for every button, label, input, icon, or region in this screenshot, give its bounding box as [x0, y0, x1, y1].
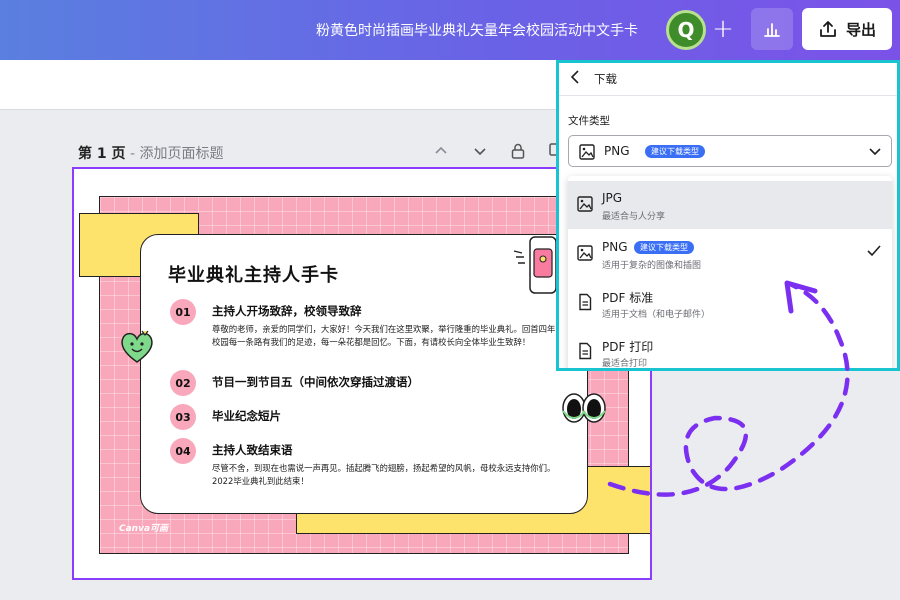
- lock-icon: [511, 143, 525, 159]
- upload-icon: [820, 21, 836, 37]
- insights-button[interactable]: [751, 8, 793, 50]
- image-icon: [579, 144, 595, 160]
- document-title[interactable]: 粉黄色时尚插画毕业典礼矢量年会校园活动中文手卡: [316, 20, 638, 40]
- item-body: 尽管不舍，到现在也需说一声再见。插起腾飞的翅膀，扬起希望的风帆，母校永远支持你们…: [212, 463, 556, 486]
- option-desc: 最适合与人分享: [602, 212, 666, 222]
- page-title-input[interactable]: 添加页面标题: [139, 146, 223, 162]
- export-button[interactable]: 导出: [802, 8, 892, 50]
- recommended-badge: 建议下载类型: [645, 145, 705, 158]
- chevron-down-icon: [474, 148, 486, 156]
- lock-page-button[interactable]: [507, 140, 529, 162]
- item-number: 02: [170, 370, 196, 396]
- host-card-title: 毕业典礼主持人手卡: [168, 265, 339, 286]
- item-title: 毕业纪念短片: [212, 409, 281, 423]
- user-avatar[interactable]: Q: [666, 10, 706, 50]
- page-separator: -: [125, 146, 140, 162]
- item-body: 尊敬的老师，亲爱的同学们，大家好！今天我们在这里欢聚，举行隆重的毕业典礼。回首四…: [212, 324, 564, 347]
- item-title: 主持人致结束语: [212, 443, 293, 457]
- selected-file-type: PNG: [604, 144, 630, 158]
- chevron-up-icon: [435, 146, 447, 154]
- download-panel-header: 下载: [559, 63, 897, 96]
- page-up-button[interactable]: [430, 140, 452, 162]
- image-icon: [577, 196, 593, 212]
- bar-chart-icon: [764, 23, 780, 37]
- back-chevron-icon[interactable]: [569, 69, 581, 85]
- recommended-badge: 建议下载类型: [634, 241, 694, 254]
- page-down-button[interactable]: [469, 140, 491, 162]
- file-type-label: 文件类型: [568, 115, 610, 127]
- download-panel-title: 下载: [594, 72, 617, 86]
- item-number: 01: [170, 299, 196, 325]
- export-label: 导出: [845, 20, 876, 39]
- chevron-down-icon: [869, 148, 881, 156]
- page-header: 第 1 页 - 添加页面标题: [78, 143, 223, 163]
- check-icon: [867, 245, 881, 257]
- option-name: PNG: [602, 240, 628, 254]
- option-name: JPG: [602, 191, 623, 205]
- option-jpg[interactable]: JPG 最适合与人分享: [568, 181, 892, 229]
- item-number: 04: [170, 438, 196, 464]
- canva-logo: Canva可画: [119, 524, 169, 534]
- annotation-arrow-icon: [607, 280, 850, 497]
- page-number: 第 1 页: [78, 146, 126, 162]
- item-title: 主持人开场致辞，校领导致辞: [212, 304, 362, 318]
- add-collaborator-button[interactable]: +: [706, 12, 740, 46]
- top-bar: 粉黄色时尚插画毕业典礼矢量年会校园活动中文手卡 Q + 导出: [0, 0, 900, 60]
- item-title: 节目一到节目五（中间依次穿插过渡语）: [212, 375, 419, 389]
- file-type-select[interactable]: PNG 建议下载类型: [568, 135, 892, 167]
- item-number: 03: [170, 404, 196, 430]
- heart-sticker-icon: [121, 330, 153, 363]
